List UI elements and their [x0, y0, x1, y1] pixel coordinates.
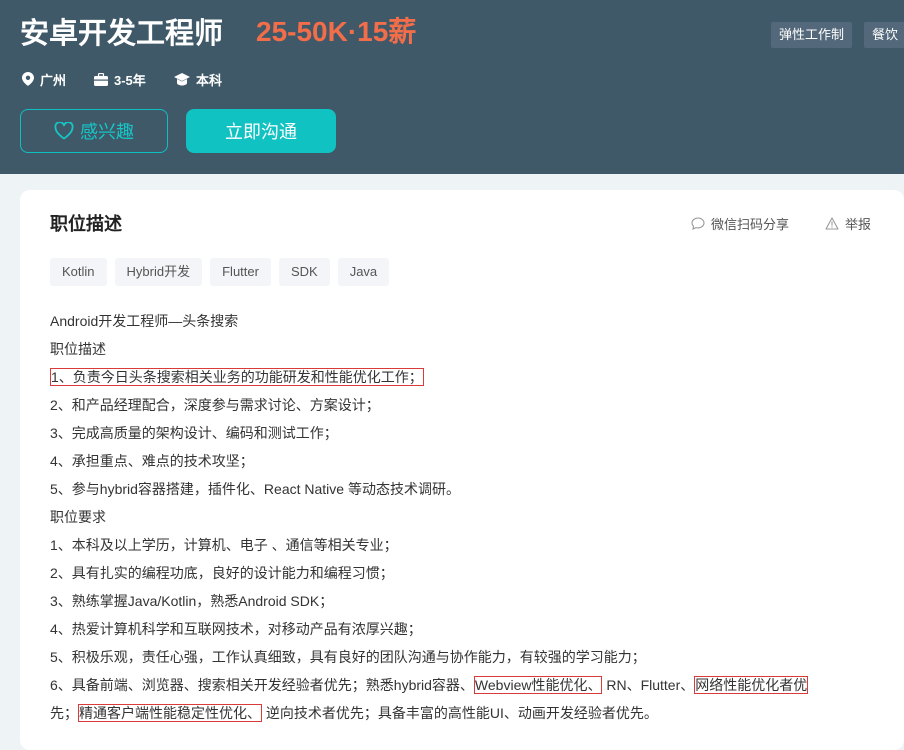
description-line: 4、承担重点、难点的技术攻坚； [50, 453, 254, 469]
warning-icon [825, 217, 839, 230]
highlighted-text: Webview性能优化、 [473, 676, 603, 694]
highlighted-text: 1、负责今日头条搜索相关业务的功能研发和性能优化工作； [50, 368, 424, 386]
highlighted-text: 精通客户端性能稳定性优化、 [78, 704, 262, 722]
chat-bubble-icon [691, 217, 705, 230]
chat-now-button[interactable]: 立即沟通 [186, 109, 336, 153]
job-location: 广州 [22, 70, 66, 88]
description-line: 4、热爱计算机科学和互联网技术，对移动产品有浓厚兴趣； [50, 621, 422, 637]
job-description-card: 职位描述 微信扫码分享 举报 Kotlin Hybrid开发 Flutter S… [20, 190, 904, 750]
description-segment: 逆向技术者优先；具备丰富的高性能UI、动画开发经验者优先。 [265, 705, 658, 721]
description-text: Android开发工程师—头条搜索 职位描述 1、负责今日头条搜索相关业务的功能… [50, 307, 890, 727]
description-line: 1、负责今日头条搜索相关业务的功能研发和性能优化工作； [50, 363, 890, 391]
description-line: 3、熟练掌握Java/Kotlin，熟悉Android SDK； [50, 593, 334, 609]
job-salary: 25-50K·15薪 [256, 16, 417, 47]
heart-icon [54, 122, 74, 140]
skill-tag: Kotlin [50, 258, 107, 286]
section-title: 职位描述 [50, 214, 122, 234]
description-line: 1、本科及以上学历，计算机、电子 、通信等相关专业； [50, 537, 398, 553]
description-line: 5、积极乐观，责任心强，工作认真细致，具有良好的团队沟通与协作能力，有较强的学习… [50, 649, 646, 665]
job-education: 本科 [174, 70, 222, 88]
report-link[interactable]: 举报 [825, 214, 871, 233]
briefcase-icon [94, 72, 108, 86]
description-line: 先；精通客户端性能稳定性优化、 逆向技术者优先；具备丰富的高性能UI、动画开发经… [50, 699, 890, 727]
description-segment: 6、具备前端、浏览器、搜索相关开发经验者优先；熟悉hybrid容器、 [50, 677, 474, 693]
highlighted-text: 网络性能优化者优 [694, 676, 809, 694]
skill-tag: Hybrid开发 [114, 258, 203, 286]
experience-label: 3-5年 [114, 72, 146, 88]
description-segment: RN、Flutter、 [606, 677, 695, 693]
wechat-share-link[interactable]: 微信扫码分享 [691, 214, 789, 233]
skill-tag: Java [337, 258, 390, 286]
description-line: 职位描述 [50, 341, 106, 357]
description-segment: 先； [50, 705, 78, 721]
education-label: 本科 [196, 72, 223, 88]
description-line: 6、具备前端、浏览器、搜索相关开发经验者优先；熟悉hybrid容器、Webvie… [50, 671, 890, 699]
interest-label: 感兴趣 [80, 122, 134, 142]
location-label: 广州 [40, 72, 67, 88]
chat-now-label: 立即沟通 [225, 122, 297, 142]
benefit-tag: 弹性工作制 [771, 22, 853, 48]
description-line: 3、完成高质量的架构设计、编码和测试工作； [50, 425, 338, 441]
report-label: 举报 [845, 217, 872, 232]
job-experience: 3-5年 [94, 70, 146, 88]
description-line: 5、参与hybrid容器搭建，插件化、React Native 等动态技术调研。 [50, 481, 460, 497]
description-line: 2、和产品经理配合，深度参与需求讨论、方案设计； [50, 397, 380, 413]
description-line: 职位要求 [50, 509, 106, 525]
description-line: 2、具有扎实的编程功底，良好的设计能力和编程习惯； [50, 565, 394, 581]
skill-tag: SDK [278, 258, 330, 286]
benefit-tag: 餐饮 [864, 22, 904, 48]
skill-tag: Flutter [210, 258, 271, 286]
share-label: 微信扫码分享 [711, 217, 790, 232]
job-header: 安卓开发工程师 25-50K·15薪 弹性工作制 餐饮 广州 3-5年 本科 感… [0, 0, 904, 174]
graduation-cap-icon [174, 72, 190, 85]
description-line: Android开发工程师—头条搜索 [50, 313, 239, 329]
skill-tags: Kotlin Hybrid开发 Flutter SDK Java [50, 258, 390, 286]
location-pin-icon [22, 72, 34, 86]
interest-button[interactable]: 感兴趣 [20, 109, 168, 153]
job-title: 安卓开发工程师 [20, 18, 224, 50]
